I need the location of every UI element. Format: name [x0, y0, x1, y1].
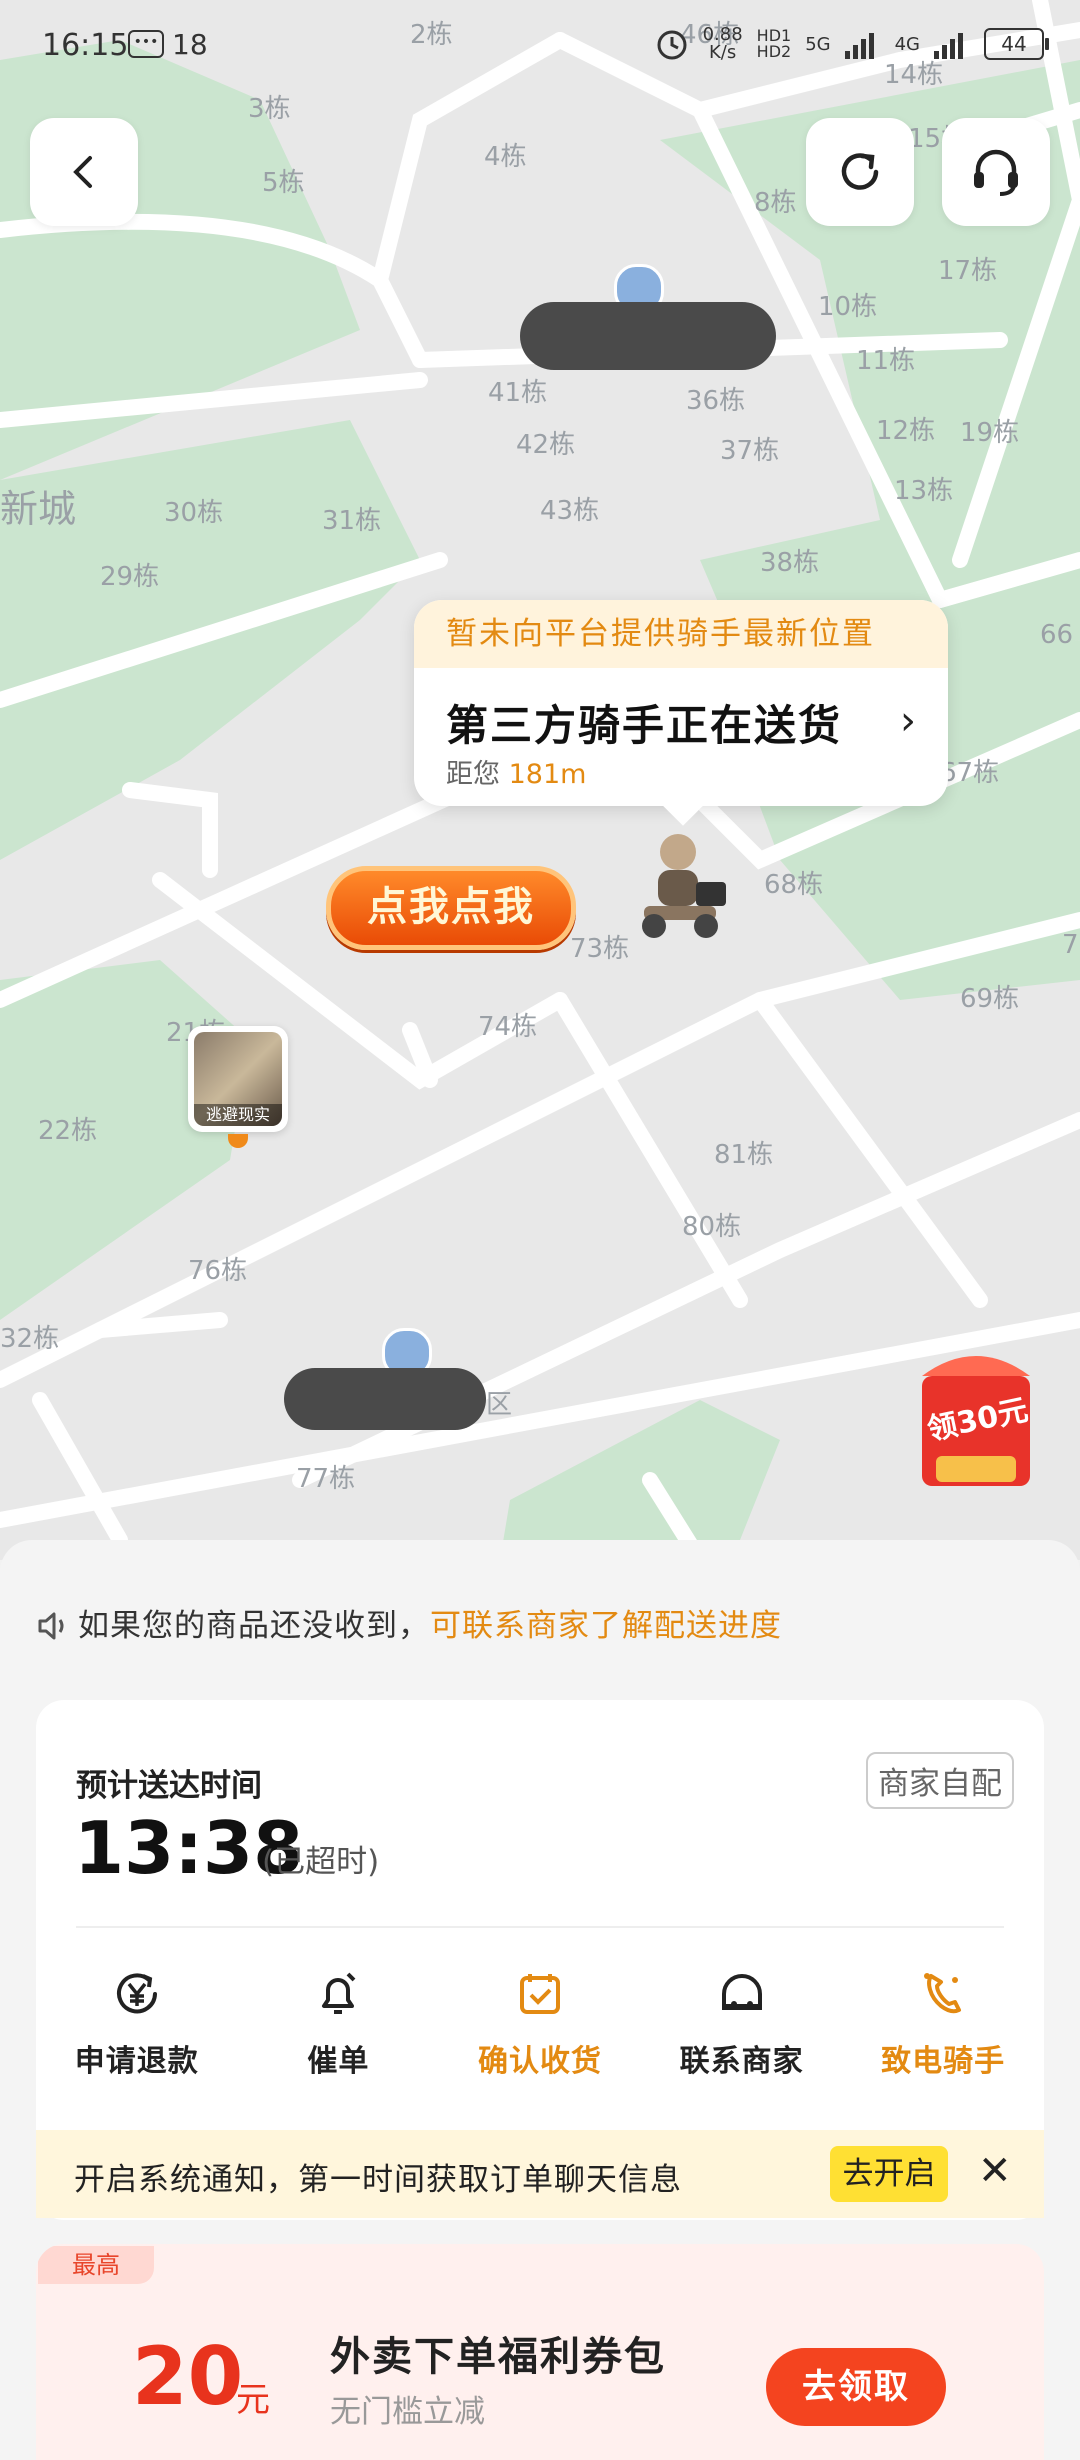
coupon-unit: 元	[236, 2380, 270, 2420]
overdue-note: (已超时)	[262, 1844, 380, 1880]
action-label: 申请退款	[74, 2044, 199, 2079]
contact-merchant-button[interactable]: 联系商家	[641, 1960, 843, 2100]
building-label: 5栋	[262, 168, 305, 198]
building-label: 38栋	[760, 548, 820, 578]
redacted-mark	[520, 302, 776, 370]
building-label: 77栋	[296, 1464, 356, 1494]
building-label: 80栋	[682, 1212, 742, 1242]
click-me-button[interactable]: 点我点我	[326, 866, 576, 950]
user-location-pin[interactable]: 逃避现实	[188, 1026, 288, 1148]
area-name-label: 新城	[0, 487, 77, 531]
action-label: 催单	[307, 2044, 370, 2079]
action-label: 致电骑手	[881, 2044, 1006, 2079]
distance-value: 181m	[508, 759, 587, 790]
building-label: 68栋	[764, 870, 824, 900]
rider-location-notice: 暂未向平台提供骑手最新位置	[414, 600, 948, 668]
back-button[interactable]	[30, 118, 138, 226]
contact-merchant-link[interactable]: 可联系商家了解配送进度	[430, 1608, 782, 1644]
claim-coupon-button[interactable]: 去领取	[766, 2348, 946, 2426]
headset-icon	[974, 149, 1018, 196]
building-label: 66	[1040, 620, 1074, 650]
store-icon	[721, 1974, 762, 2010]
distance-prefix: 距您	[446, 759, 500, 790]
battery-icon: 44	[984, 28, 1049, 60]
notification-banner-text: 开启系统通知，第一时间获取订单聊天信息	[74, 2162, 682, 2198]
rider-status-title: 第三方骑手正在送货	[446, 701, 843, 750]
coupon-title: 外卖下单福利券包	[330, 2334, 666, 2380]
building-label: 19栋	[960, 418, 1020, 448]
network-speed-unit: K/s	[708, 42, 737, 63]
building-label: 7	[1062, 930, 1079, 960]
coupon-max-badge: 最高	[38, 2246, 154, 2284]
speaker-icon	[38, 1612, 64, 1640]
building-label: 76栋	[188, 1256, 248, 1286]
tip-text: 如果您的商品还没收到，	[78, 1608, 430, 1644]
refund-button[interactable]: 申请退款	[36, 1960, 238, 2100]
eta-label: 预计送达时间	[76, 1768, 262, 1804]
divider	[76, 1926, 1004, 1928]
building-label: 42栋	[516, 430, 576, 460]
building-label: 22栋	[38, 1116, 98, 1146]
refund-icon	[116, 1973, 157, 2014]
building-label: 36栋	[686, 386, 746, 416]
alarm-icon	[657, 30, 687, 60]
building-label: 31栋	[322, 506, 382, 536]
signal-icon	[844, 33, 874, 59]
bell-icon	[322, 1972, 356, 2014]
building-label: 4栋	[484, 142, 527, 172]
building-label: 67栋	[940, 758, 1000, 788]
signal-icon	[934, 33, 963, 59]
urge-order-button[interactable]: 催单	[238, 1960, 440, 2100]
coupon-pack-card[interactable]: 最高 20 元 外卖下单福利券包 无门槛立减 去领取	[36, 2244, 1044, 2460]
action-label: 联系商家	[679, 2044, 804, 2079]
building-label: 74栋	[478, 1012, 538, 1042]
coupon-amount: 20	[132, 2330, 244, 2423]
call-rider-button[interactable]: 致电骑手	[842, 1960, 1044, 2100]
building-label: 12栋	[876, 416, 936, 446]
calendar-check-icon	[519, 1974, 560, 2014]
confirm-receipt-button[interactable]: 确认收货	[439, 1960, 641, 2100]
enable-notification-button[interactable]: 去开启	[830, 2146, 948, 2202]
building-label: 3栋	[248, 94, 291, 124]
phone-icon	[924, 1973, 962, 2014]
notification-banner: 开启系统通知，第一时间获取订单聊天信息 去开启 ✕	[36, 2130, 1044, 2218]
rider-scooter-icon[interactable]	[618, 830, 738, 950]
customer-service-button[interactable]	[942, 118, 1050, 226]
merchant-delivery-tag: 商家自配	[866, 1752, 1014, 1809]
close-icon[interactable]: ✕	[978, 2148, 1012, 2194]
message-icon: •••	[128, 30, 164, 58]
network-type: 5G	[805, 33, 831, 55]
rider-distance: 距您 181m	[446, 752, 586, 791]
delivery-tip: 如果您的商品还没收到，可联系商家了解配送进度	[36, 1600, 782, 1645]
building-label: 30栋	[164, 498, 224, 528]
red-envelope-coupon[interactable]: 领30元	[912, 1336, 1044, 1496]
chevron-right-icon: ›	[900, 698, 916, 744]
action-bar: 申请退款 催单 确认收货 联系商家 致电骑手	[36, 1960, 1044, 2100]
status-bar: 16:15 ••• 18 0.88 K/s HD1 HD2 5G 4G 44	[0, 0, 1080, 80]
building-label: 13栋	[894, 476, 954, 506]
building-label: 41栋	[488, 378, 548, 408]
action-label: 确认收货	[477, 2044, 602, 2079]
building-label: 37栋	[720, 436, 780, 466]
building-label: 8栋	[754, 188, 797, 218]
building-label: 区	[486, 1390, 513, 1420]
refresh-button[interactable]	[806, 118, 914, 226]
building-label: 10栋	[818, 292, 878, 322]
building-label: 17栋	[938, 256, 998, 286]
refresh-icon	[841, 153, 879, 190]
rider-status-bubble[interactable]: 暂未向平台提供骑手最新位置 第三方骑手正在送货 › 距您 181m	[414, 600, 948, 826]
back-arrow-icon	[73, 156, 92, 188]
redacted-mark	[284, 1368, 486, 1430]
building-label: 32栋	[0, 1324, 60, 1354]
network-type-2: 4G	[894, 33, 920, 55]
notification-count: 18	[172, 28, 208, 61]
pin-caption: 逃避现实	[194, 1104, 282, 1126]
building-label: 81栋	[714, 1140, 774, 1170]
coupon-subtitle: 无门槛立减	[330, 2394, 485, 2430]
building-label: 11栋	[856, 346, 916, 376]
building-label: 43栋	[540, 496, 600, 526]
building-label: 69栋	[960, 984, 1020, 1014]
building-label: 29栋	[100, 562, 160, 592]
status-time: 16:15	[42, 28, 129, 63]
